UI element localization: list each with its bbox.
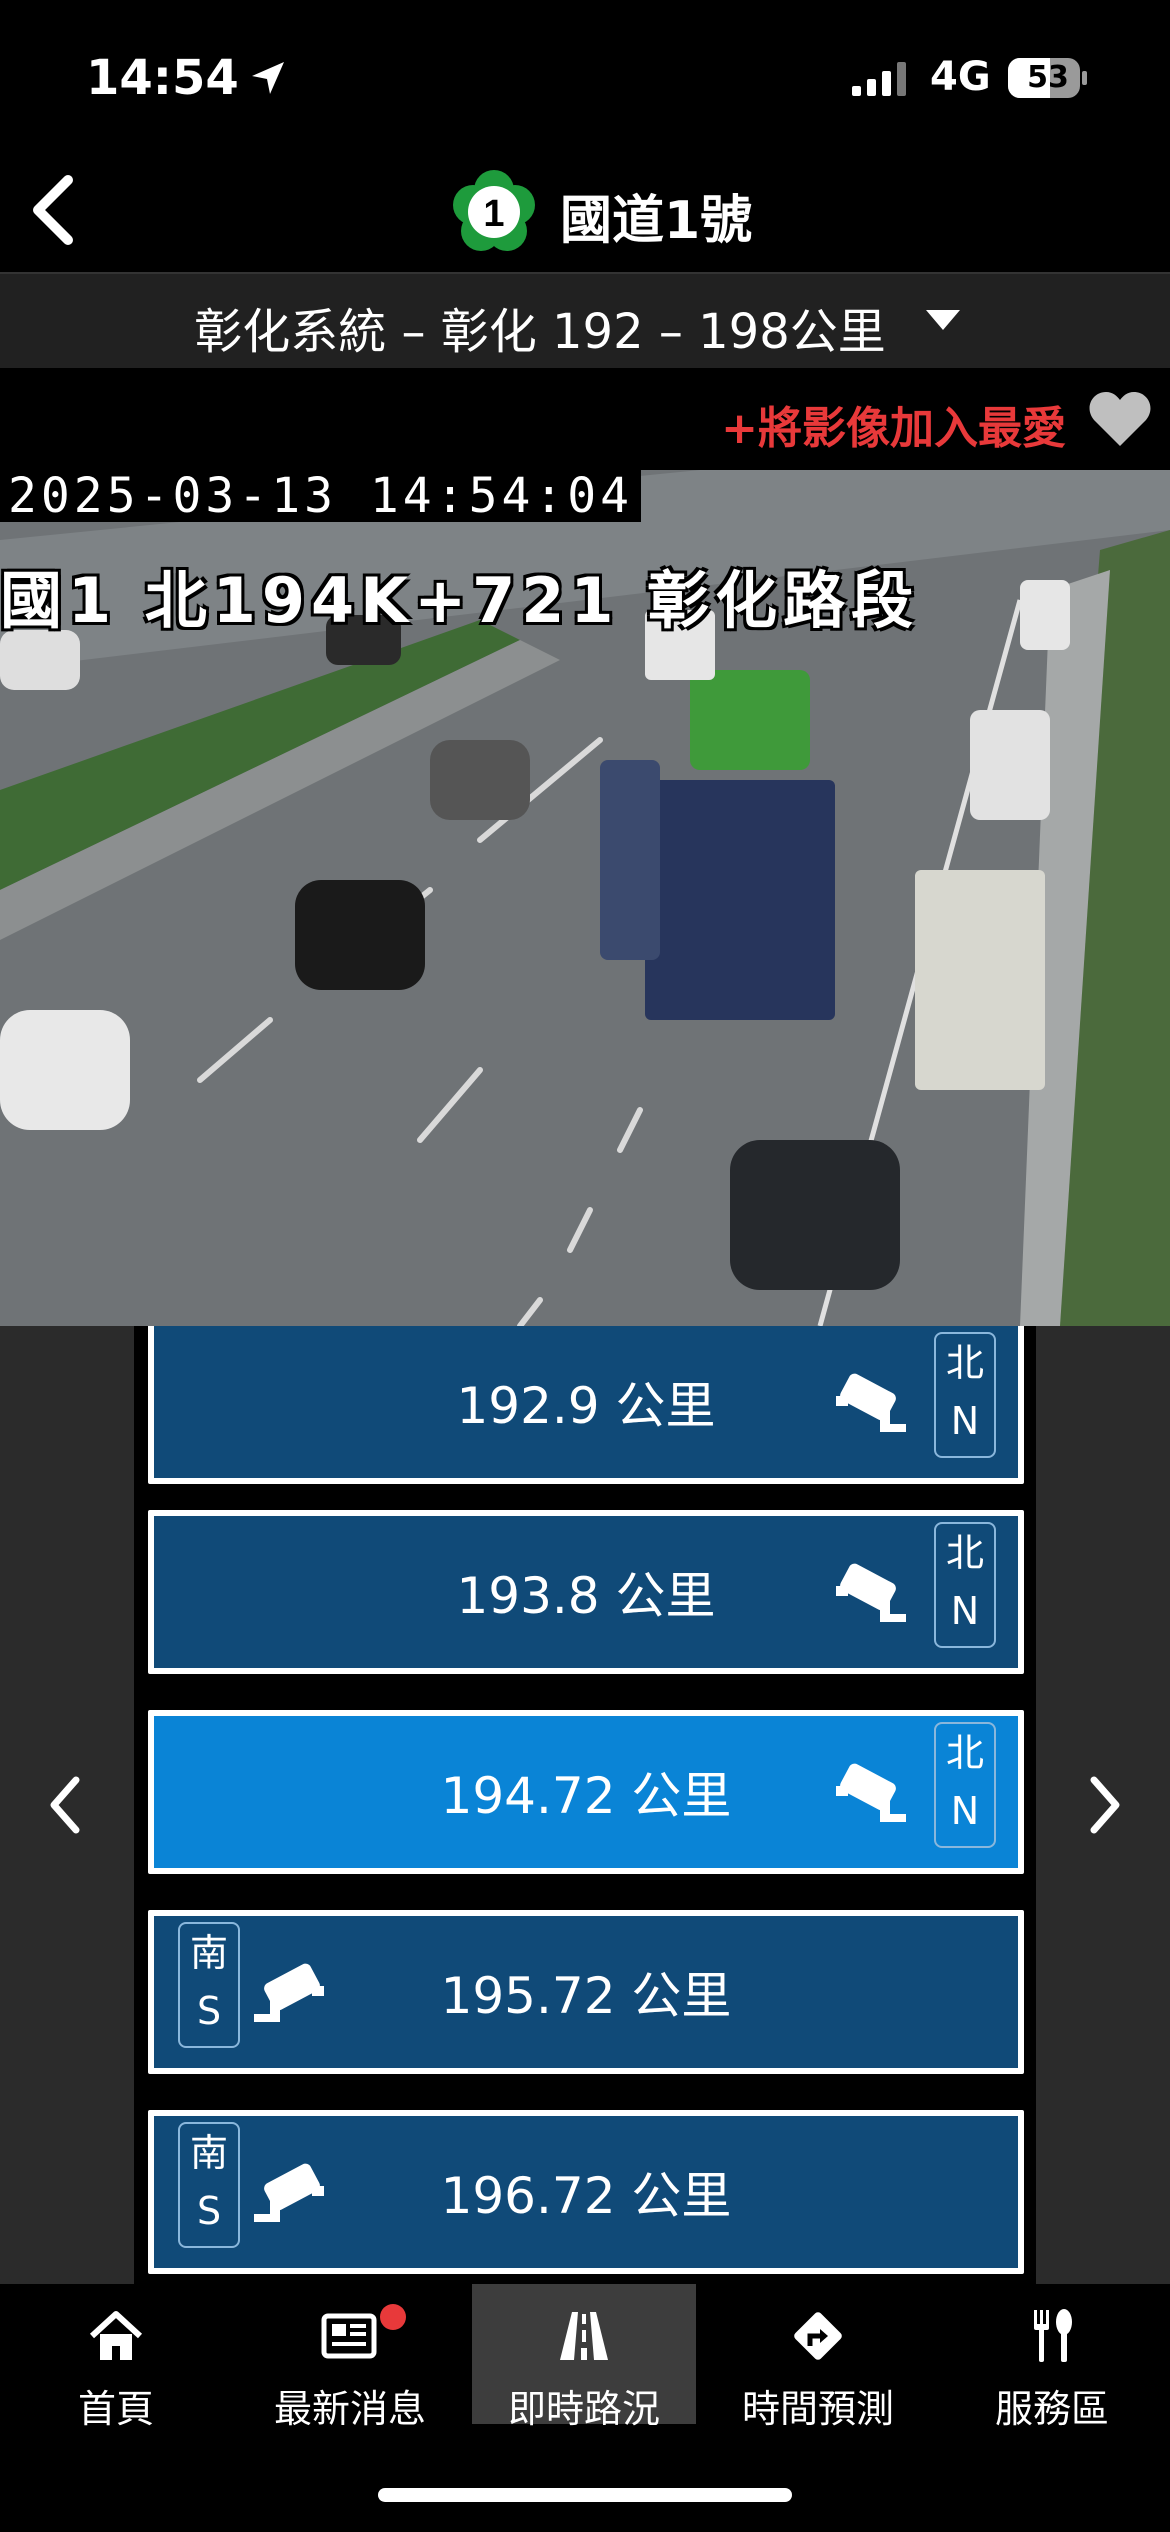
direction-zh: 北 xyxy=(945,1731,984,1775)
direction-badge: 南 S xyxy=(178,1922,240,2048)
battery-level: 53 xyxy=(1027,60,1069,95)
tab-label: 服務區 xyxy=(994,2387,1109,2431)
back-chevron-icon[interactable] xyxy=(20,170,100,250)
cctv-camera-icon xyxy=(254,1963,324,2022)
direction-en: N xyxy=(950,1589,980,1633)
tab-home[interactable]: 首頁 xyxy=(4,2284,228,2431)
route-plum-blossom-icon: 1 xyxy=(453,170,535,251)
cctv-camera-icon xyxy=(254,2163,324,2222)
previous-arrow-icon[interactable] xyxy=(40,1770,90,1840)
signal-icon xyxy=(852,62,906,96)
direction-zh: 北 xyxy=(945,1341,984,1385)
direction-badge: 南 S xyxy=(178,2122,240,2248)
tab-label: 最新消息 xyxy=(273,2387,426,2431)
direction-sign-icon xyxy=(794,2312,842,2360)
segment-label: 彰化系統 – 彰化 192 – 198公里 xyxy=(194,304,886,360)
camera-timestamp: 2025-03-13 14:54:04 xyxy=(0,470,642,522)
network-type: 4G xyxy=(930,54,991,100)
tab-label: 即時路況 xyxy=(507,2387,660,2431)
camera-location-label: 國1 北194K+721 彰化路段 xyxy=(0,564,920,637)
camera-feed-image: 2025-03-13 14:54:04 國1 北194K+721 彰化路段 xyxy=(0,470,1170,1326)
camera-item-196-72[interactable]: 196.72 公里 南 S xyxy=(148,2110,1024,2274)
status-time: 14:54 xyxy=(86,50,239,106)
tab-news[interactable]: 最新消息 xyxy=(238,2284,462,2431)
next-arrow-icon[interactable] xyxy=(1080,1770,1130,1840)
home-icon xyxy=(89,2311,143,2360)
direction-en: N xyxy=(950,1789,980,1833)
cctv-camera-icon xyxy=(836,1763,906,1822)
tab-label: 時間預測 xyxy=(741,2387,894,2431)
route-number: 1 xyxy=(483,193,504,235)
tab-traffic[interactable]: 即時路況 xyxy=(472,2284,696,2431)
camera-item-195-72[interactable]: 195.72 公里 南 S xyxy=(148,1910,1024,2074)
fork-knife-icon xyxy=(1034,2309,1072,2362)
segment-dropdown[interactable]: 彰化系統 – 彰化 192 – 198公里 xyxy=(0,272,1170,370)
direction-zh: 南 xyxy=(189,2131,228,2175)
camera-item-194-72[interactable]: 194.72 公里 北 N xyxy=(148,1710,1024,1874)
status-bar: 14:54 4G 53 xyxy=(0,0,1170,150)
page-title: 國道1號 xyxy=(560,191,753,251)
home-indicator[interactable] xyxy=(378,2488,792,2502)
direction-en: S xyxy=(196,2189,222,2233)
camera-list-area: 192.9 公里 北 N 193.8 公里 北 N 194.72 公里 北 N … xyxy=(0,1326,1170,2284)
camera-list: 192.9 公里 北 N 193.8 公里 北 N 194.72 公里 北 N … xyxy=(134,1326,1036,2284)
location-arrow-icon xyxy=(252,62,284,94)
direction-badge: 北 N xyxy=(934,1332,996,1458)
camera-item-193-8[interactable]: 193.8 公里 北 N xyxy=(148,1510,1024,1674)
direction-badge: 北 N xyxy=(934,1522,996,1648)
camera-item-192-9[interactable]: 192.9 公里 北 N xyxy=(148,1326,1024,1484)
direction-badge: 北 N xyxy=(934,1722,996,1848)
direction-en: S xyxy=(196,1989,222,2033)
direction-zh: 北 xyxy=(945,1531,984,1575)
cctv-camera-icon xyxy=(836,1373,906,1432)
news-icon xyxy=(321,2313,377,2359)
direction-zh: 南 xyxy=(189,1931,228,1975)
cctv-camera-icon xyxy=(836,1563,906,1622)
heart-icon[interactable] xyxy=(1088,390,1152,448)
caret-down-icon xyxy=(926,310,960,330)
tab-service-area[interactable]: 服務區 xyxy=(940,2284,1164,2431)
direction-en: N xyxy=(950,1399,980,1443)
tab-time-prediction[interactable]: 時間預測 xyxy=(706,2284,930,2431)
nav-bar: 1 國道1號 xyxy=(0,150,1170,272)
news-badge-dot xyxy=(380,2304,406,2330)
favorite-row: +將影像加入最愛 xyxy=(0,368,1170,470)
add-favorite-button[interactable]: +將影像加入最愛 xyxy=(721,392,1066,456)
tab-label: 首頁 xyxy=(77,2387,154,2431)
road-icon xyxy=(560,2312,608,2360)
